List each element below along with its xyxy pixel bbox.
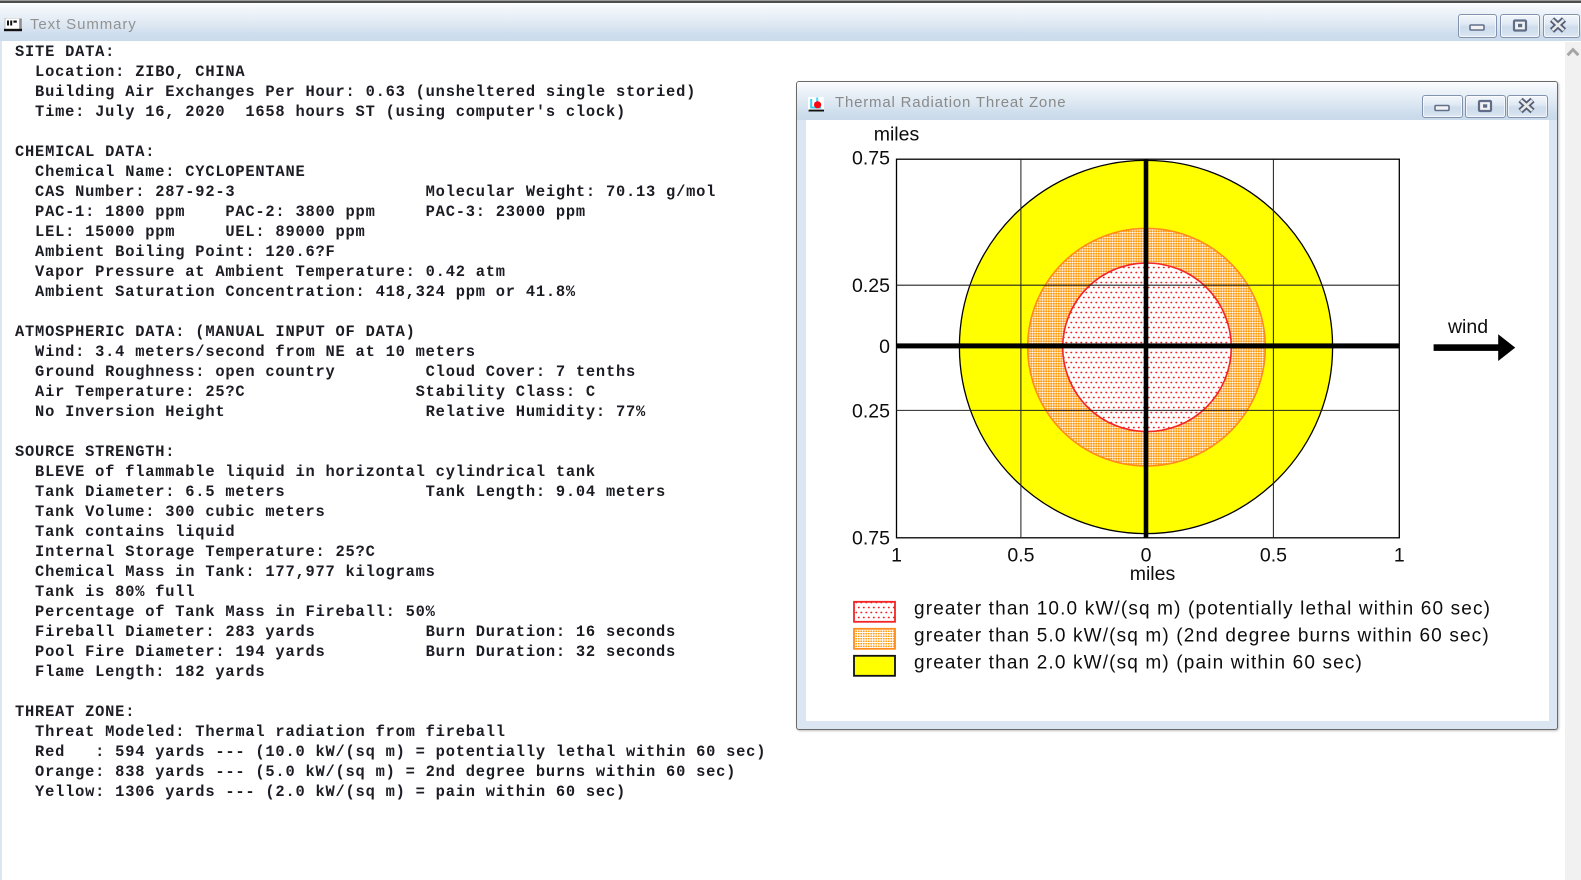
svg-text:0.75: 0.75 [852, 528, 890, 550]
svg-text:0.5: 0.5 [1260, 545, 1287, 567]
svg-text:0.5: 0.5 [1007, 545, 1034, 567]
svg-text:miles: miles [1130, 563, 1176, 585]
svg-text:0.25: 0.25 [852, 401, 890, 423]
svg-text:greater than 10.0 kW/(sq m) (p: greater than 10.0 kW/(sq m) (potentially… [914, 599, 1491, 620]
svg-text:1: 1 [891, 545, 902, 567]
svg-text:0: 0 [879, 336, 890, 358]
svg-text:0.75: 0.75 [852, 148, 890, 170]
svg-text:greater than 2.0 kW/(sq m) (pa: greater than 2.0 kW/(sq m) (pain within … [914, 653, 1363, 674]
svg-text:greater than 5.0 kW/(sq m) (2n: greater than 5.0 kW/(sq m) (2nd degree b… [914, 626, 1490, 647]
svg-text:miles: miles [874, 124, 920, 146]
svg-text:wind: wind [1447, 316, 1488, 338]
svg-text:0.25: 0.25 [852, 275, 890, 297]
svg-text:1: 1 [1394, 545, 1405, 567]
